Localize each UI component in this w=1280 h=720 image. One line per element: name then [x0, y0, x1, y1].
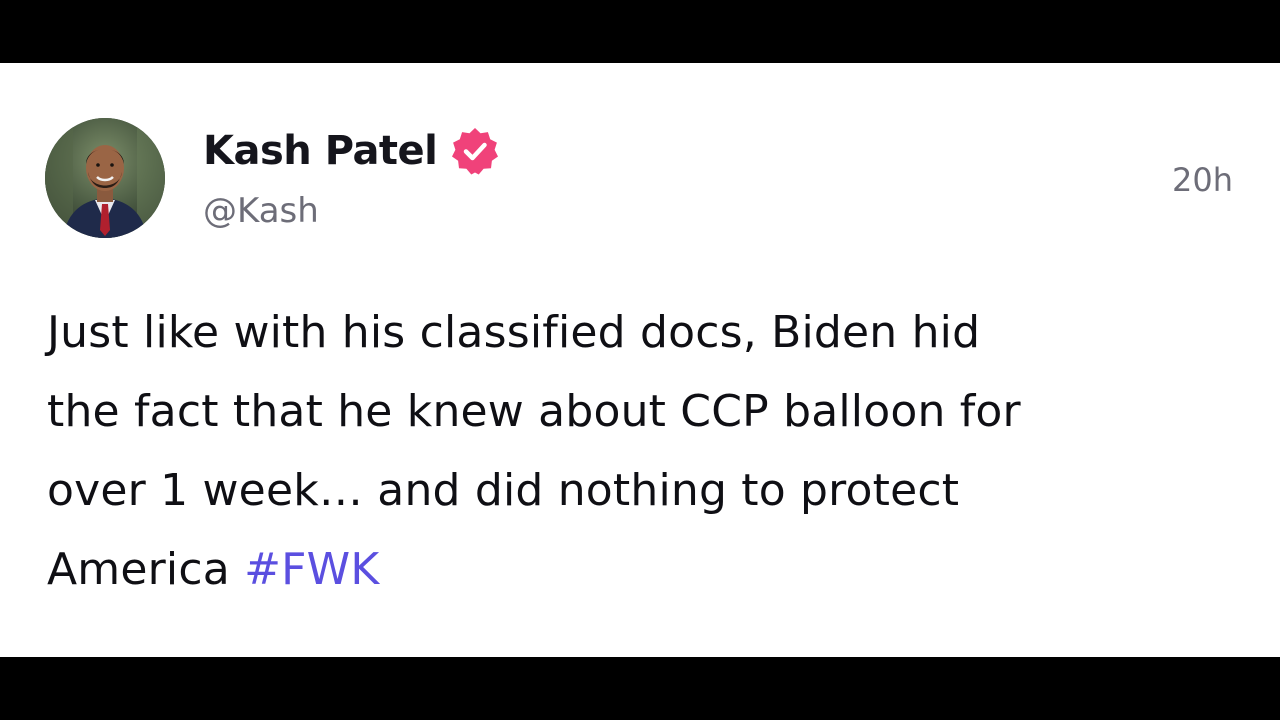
- author-display-name[interactable]: Kash Patel: [203, 125, 438, 177]
- post-text-line: Just like with his classified docs, Bide…: [47, 307, 981, 358]
- hashtag-link[interactable]: #FWK: [244, 544, 379, 595]
- avatar-photo: [45, 118, 165, 238]
- post-text: Just like with his classified docs, Bide…: [47, 293, 1247, 609]
- post-card: Kash Patel @Kash 20h Just like with his …: [0, 63, 1280, 657]
- post-text-line: America: [47, 544, 230, 595]
- post-text-line: the fact that he knew about CCP balloon …: [47, 386, 1021, 437]
- avatar[interactable]: [45, 118, 165, 238]
- post-text-line: over 1 week… and did nothing to protect: [47, 465, 960, 516]
- author-name-row: Kash Patel: [203, 125, 501, 177]
- author-handle[interactable]: @Kash: [203, 187, 319, 235]
- video-frame: Kash Patel @Kash 20h Just like with his …: [0, 0, 1280, 720]
- post-timestamp[interactable]: 20h: [1172, 157, 1233, 203]
- post-text-line-last: America #FWK: [47, 530, 1247, 609]
- verified-badge-icon: [449, 125, 501, 177]
